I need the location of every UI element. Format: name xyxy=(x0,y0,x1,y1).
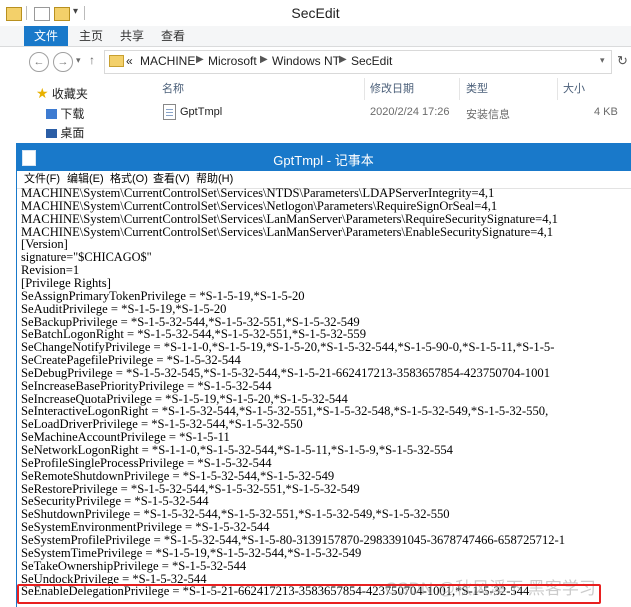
divider xyxy=(557,78,558,100)
sidebar-item-label: 下载 xyxy=(60,107,85,121)
file-type: 安装信息 xyxy=(466,109,510,121)
menu-help[interactable]: 帮助(H) xyxy=(196,171,233,187)
breadcrumb-secedit[interactable]: SecEdit xyxy=(351,54,392,68)
divider xyxy=(459,78,460,100)
menu-format[interactable]: 格式(O) xyxy=(110,171,148,187)
desktop-icon xyxy=(46,129,57,138)
tab-view[interactable]: 查看 xyxy=(161,26,185,46)
notepad-title: GptTmpl - 记事本 xyxy=(273,153,374,168)
up-arrow-icon[interactable]: ↑ xyxy=(89,53,95,67)
forward-button[interactable]: → xyxy=(53,52,73,72)
file-name[interactable]: GptTmpl xyxy=(180,106,222,118)
chevron-down-icon[interactable]: ▾ xyxy=(600,55,605,66)
breadcrumb-microsoft[interactable]: Microsoft xyxy=(208,54,257,68)
tab-file[interactable]: 文件 xyxy=(24,26,69,46)
folder-icon xyxy=(109,55,124,67)
chevron-right-icon[interactable]: ▶ xyxy=(260,54,268,65)
sidebar-item-favorites[interactable]: ★ 收藏夹 xyxy=(36,85,88,102)
back-button[interactable]: ← xyxy=(29,52,49,72)
explorer-window: ▾ SecEdit 文件 主页 共享 查看 ← → ▾ ↑ « MACHINE … xyxy=(0,0,631,150)
column-header-size[interactable]: 大小 xyxy=(563,80,585,98)
tab-home[interactable]: 主页 xyxy=(79,26,103,46)
chevron-right-icon[interactable]: ▶ xyxy=(196,54,204,65)
sidebar-item-desktop[interactable]: 桌面 xyxy=(46,124,84,141)
file-modified: 2020/2/24 17:26 xyxy=(370,106,450,118)
chevron-right-icon[interactable]: ▶ xyxy=(339,54,347,65)
refresh-icon[interactable]: ↻ xyxy=(617,53,628,69)
sidebar-item-label: 桌面 xyxy=(60,126,85,140)
notepad-text-area[interactable]: MACHINE\System\CurrentControlSet\Service… xyxy=(21,187,629,607)
column-header-name[interactable]: 名称 xyxy=(162,80,184,98)
download-icon xyxy=(46,109,57,119)
column-header-modified[interactable]: 修改日期 xyxy=(370,80,414,98)
file-size: 4 KB xyxy=(594,106,618,118)
star-icon: ★ xyxy=(36,85,49,101)
tab-share[interactable]: 共享 xyxy=(120,26,144,46)
notepad-titlebar[interactable]: GptTmpl - 记事本 xyxy=(16,143,631,171)
menu-edit[interactable]: 编辑(E) xyxy=(67,171,104,187)
divider xyxy=(364,78,365,100)
highlight-box xyxy=(17,584,601,604)
sidebar-item-downloads[interactable]: 下载 xyxy=(46,105,84,122)
file-icon xyxy=(163,104,176,120)
menu-view[interactable]: 查看(V) xyxy=(153,171,190,187)
explorer-title: SecEdit xyxy=(291,5,340,21)
text-line: MACHINE\System\CurrentControlSet\Service… xyxy=(21,224,554,239)
breadcrumb-prefix[interactable]: « xyxy=(126,54,133,68)
breadcrumb-machine[interactable]: MACHINE xyxy=(140,54,195,68)
menu-file[interactable]: 文件(F) xyxy=(24,171,60,187)
column-header-type[interactable]: 类型 xyxy=(466,80,488,98)
breadcrumb-windows-nt[interactable]: Windows NT xyxy=(272,54,340,68)
sidebar-item-label: 收藏夹 xyxy=(51,87,88,101)
chevron-down-icon[interactable]: ▾ xyxy=(76,55,81,66)
